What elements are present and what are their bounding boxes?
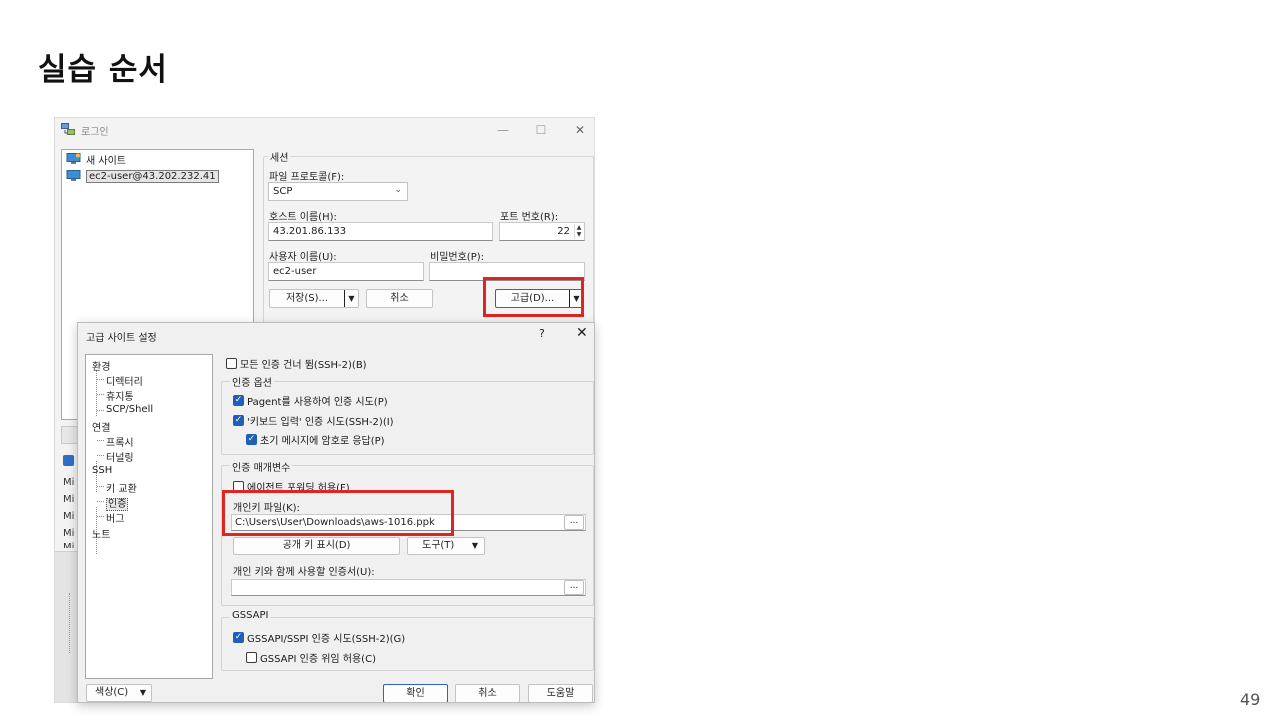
protocol-label: 파일 프로토콜(F): xyxy=(269,172,345,183)
port-label: 포트 번호(R): xyxy=(500,212,559,223)
background-panel xyxy=(55,551,79,702)
auth-options-group-label: 인증 옵션 xyxy=(230,374,274,389)
save-button-label: 저장(S)... xyxy=(285,293,329,304)
advanced-site-settings-dialog: 고급 사이트 설정 ? ✕ 환경 디렉터리 휴지통 SCP/Shell 연결 프… xyxy=(77,322,595,703)
nav-item-authentication[interactable]: 인증 xyxy=(96,495,129,511)
site-item-label: ec2-user@43.202.232.41 xyxy=(86,169,219,183)
dropdown-arrow-icon: ▼ xyxy=(139,688,146,697)
help-icon[interactable]: ? xyxy=(539,327,545,340)
slide-title: 실습 순서 xyxy=(38,52,168,88)
pagent-checkbox[interactable]: ✓ Pagent를 사용하여 인증 시도(P) xyxy=(233,393,388,408)
host-label: 호스트 이름(H): xyxy=(269,212,337,223)
site-item-new[interactable]: 새 사이트 xyxy=(66,151,126,167)
username-input[interactable]: ec2-user xyxy=(268,262,424,281)
show-public-key-button[interactable]: 공개 키 표시(D) xyxy=(233,537,400,555)
password-label: 비밀번호(P): xyxy=(430,252,485,263)
nav-item-note[interactable]: 노트 xyxy=(92,526,110,541)
checkbox-icon xyxy=(226,358,237,369)
saved-site-computer-icon xyxy=(66,170,81,181)
login-window-title: 로그인 xyxy=(81,127,109,138)
checkbox-checked-icon: ✓ xyxy=(246,434,257,445)
chevron-down-icon: ⌄ xyxy=(394,185,402,195)
background-list-item: Mi xyxy=(63,494,75,505)
spin-arrows-icon[interactable]: ▲ ▼ xyxy=(574,224,583,239)
advanced-dialog-titlebar: 고급 사이트 설정 ? ✕ xyxy=(78,323,594,348)
advanced-dialog-title: 고급 사이트 설정 xyxy=(86,333,157,344)
nav-item-key-exchange[interactable]: 키 교환 xyxy=(97,480,137,495)
nav-item-scp-shell[interactable]: SCP/Shell xyxy=(96,404,153,415)
nav-item-proxy[interactable]: 프록시 xyxy=(97,434,134,449)
checkbox-icon xyxy=(246,652,257,663)
tools-button[interactable]: 도구(T) ▼ xyxy=(407,537,485,555)
gssapi-delegation-checkbox[interactable]: GSSAPI 인증 위임 허용(C) xyxy=(246,650,376,665)
background-list-item: Mi xyxy=(63,477,75,488)
page-number: 49 xyxy=(1240,690,1261,709)
host-input[interactable]: 43.201.86.133 xyxy=(268,222,493,241)
nav-item-ssh[interactable]: SSH xyxy=(92,465,112,476)
checkbox-checked-icon: ✓ xyxy=(233,395,244,406)
port-value: 22 xyxy=(557,226,570,237)
nav-item-tunnel[interactable]: 터널링 xyxy=(97,449,134,464)
keyboard-interactive-checkbox[interactable]: ✓ '키보드 입력' 인증 시도(SSH-2)(I) xyxy=(233,413,394,428)
save-button[interactable]: 저장(S)... ▼ xyxy=(269,289,359,308)
cancel-button[interactable]: 취소 xyxy=(366,289,433,308)
certificate-browse-button[interactable]: ... xyxy=(564,580,584,595)
checkbox-checked-icon: ✓ xyxy=(233,632,244,643)
background-divider xyxy=(69,593,73,653)
dropdown-arrow-icon[interactable]: ▼ xyxy=(344,290,358,307)
background-checkbox[interactable] xyxy=(63,455,74,466)
protocol-value: SCP xyxy=(273,186,293,197)
dropdown-arrow-icon: ▼ xyxy=(471,541,478,550)
close-button[interactable]: ✕ xyxy=(569,121,591,139)
nav-item-directories[interactable]: 디렉터리 xyxy=(97,373,143,388)
new-site-computer-icon xyxy=(66,153,81,164)
checkbox-checked-icon: ✓ xyxy=(233,415,244,426)
session-group-label: 세션 xyxy=(268,149,291,164)
private-key-browse-button[interactable]: ... xyxy=(564,515,584,530)
login-titlebar: 로그인 — ☐ ✕ xyxy=(55,118,594,142)
certificate-label: 개인 키와 함께 사용할 인증서(U): xyxy=(233,567,375,578)
nav-item-environment[interactable]: 환경 xyxy=(92,358,110,373)
minimize-button[interactable]: — xyxy=(492,121,514,139)
maximize-button[interactable]: ☐ xyxy=(530,121,552,139)
close-icon[interactable]: ✕ xyxy=(576,325,588,341)
port-input[interactable]: 22 ▲ ▼ xyxy=(499,222,585,241)
username-label: 사용자 이름(U): xyxy=(269,252,337,263)
background-list-item: Mi xyxy=(63,528,75,539)
gssapi-attempt-checkbox[interactable]: ✓ GSSAPI/SSPI 인증 시도(SSH-2)(G) xyxy=(233,630,405,645)
background-list-item: Mi xyxy=(63,511,75,522)
auth-params-group-label: 인증 매개변수 xyxy=(230,459,293,474)
site-item-ec2-user[interactable]: ec2-user@43.202.232.41 xyxy=(66,168,219,184)
skip-auth-checkbox[interactable]: 모든 인증 건너 뜀(SSH-2)(B) xyxy=(226,356,367,371)
gssapi-group-label: GSSAPI xyxy=(230,610,271,621)
dialog-cancel-button[interactable]: 취소 xyxy=(455,684,520,702)
site-item-label: 새 사이트 xyxy=(86,155,126,167)
nav-item-bugs[interactable]: 버그 xyxy=(96,510,124,525)
winscp-app-icon xyxy=(61,123,75,135)
ok-button[interactable]: 확인 xyxy=(383,684,448,702)
protocol-select[interactable]: SCP ⌄ xyxy=(268,182,408,201)
background-list-item: Mi xyxy=(63,542,75,548)
certificate-input[interactable] xyxy=(231,579,586,596)
highlight-private-key xyxy=(222,490,454,536)
color-button[interactable]: 색상(C) ▼ xyxy=(86,684,152,702)
nav-item-connection[interactable]: 연결 xyxy=(92,419,110,434)
highlight-advanced-button xyxy=(483,277,584,317)
help-button[interactable]: 도움말 xyxy=(528,684,593,702)
respond-with-password-checkbox[interactable]: ✓ 초기 메시지에 암호로 응답(P) xyxy=(246,432,385,447)
nav-item-recycle-bin[interactable]: 휴지통 xyxy=(97,388,134,403)
settings-nav-tree[interactable]: 환경 디렉터리 휴지통 SCP/Shell 연결 프록시 터널링 SSH 키 교… xyxy=(85,354,213,679)
